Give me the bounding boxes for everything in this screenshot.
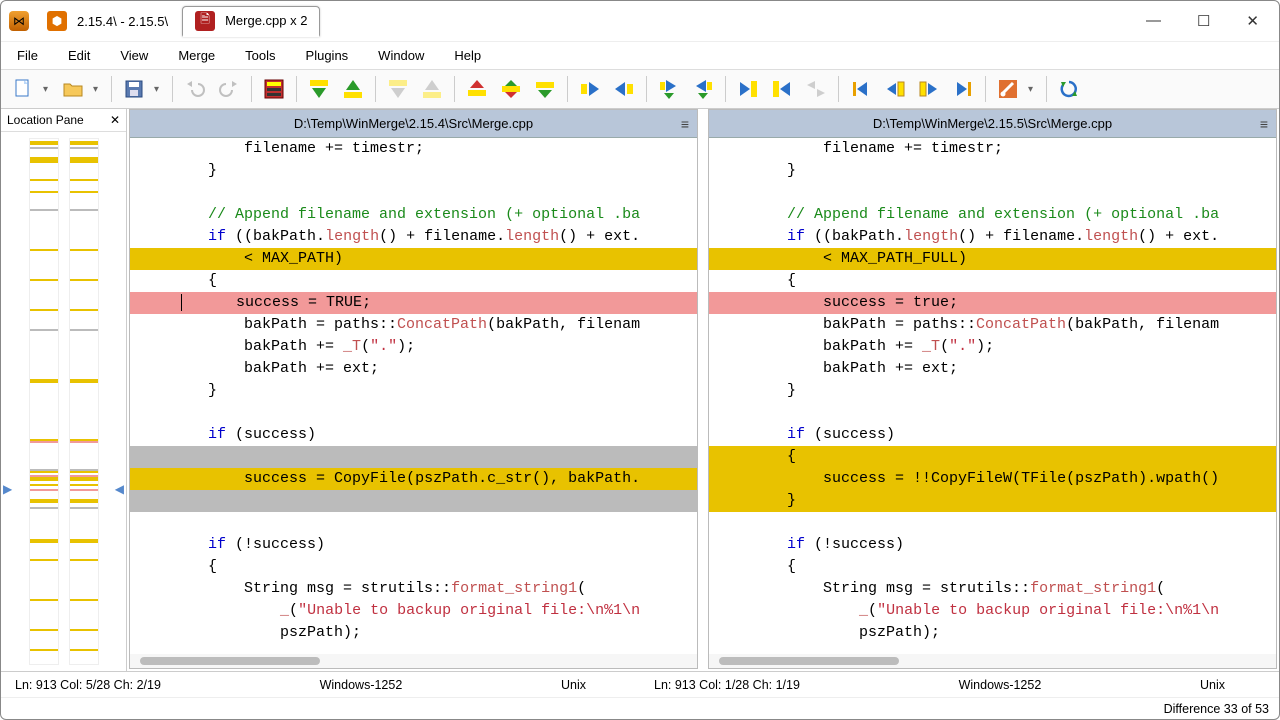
location-strip-right[interactable] <box>69 138 99 665</box>
tab-folders[interactable]: ⬢ 2.15.4\ - 2.15.5\ <box>37 7 178 35</box>
menu-merge[interactable]: Merge <box>172 46 221 65</box>
separator <box>985 76 986 102</box>
prev-diff-button[interactable] <box>339 75 367 103</box>
copy-right-advance-button[interactable] <box>655 75 683 103</box>
separator <box>296 76 297 102</box>
location-strip-area[interactable]: ▶ ◀ <box>1 132 126 671</box>
first-file-button[interactable] <box>847 75 875 103</box>
swap-button[interactable] <box>802 75 830 103</box>
editor-right-title: D:\Temp\WinMerge\2.15.5\Src\Merge.cpp <box>873 116 1112 131</box>
separator <box>1046 76 1047 102</box>
location-pane-close[interactable]: ✕ <box>110 113 120 127</box>
scrollbar-thumb[interactable] <box>719 657 899 665</box>
menu-file[interactable]: File <box>11 46 44 65</box>
menu-window[interactable]: Window <box>372 46 430 65</box>
minimize-button[interactable]: — <box>1146 12 1161 30</box>
menu-help[interactable]: Help <box>448 46 487 65</box>
editor-right: D:\Temp\WinMerge\2.15.5\Src\Merge.cpp ≡ … <box>708 109 1277 669</box>
status-left-enc: Windows-1252 <box>175 678 547 692</box>
status-bar: Ln: 913 Col: 5/28 Ch: 2/19 Windows-1252 … <box>1 671 1279 697</box>
diff-pane-button[interactable] <box>260 75 288 103</box>
prev-conflict-button[interactable] <box>418 75 446 103</box>
prev-file-button[interactable] <box>881 75 909 103</box>
code-right[interactable]: filename += timestr; } // Append filenam… <box>709 138 1276 654</box>
separator <box>454 76 455 102</box>
status-diff-count: Difference 33 of 53 <box>1164 702 1269 716</box>
status-right-enc: Windows-1252 <box>814 678 1186 692</box>
title-bar: ⋈ ⬢ 2.15.4\ - 2.15.5\ 🗎 Merge.cpp x 2 — … <box>1 1 1279 41</box>
shield-icon: ⬢ <box>47 11 67 31</box>
location-strip-left[interactable] <box>29 138 59 665</box>
arrow-right-icon: ▶ <box>3 482 12 496</box>
undo-button[interactable] <box>181 75 209 103</box>
next-file-button[interactable] <box>915 75 943 103</box>
app-icon: ⋈ <box>9 11 29 31</box>
redo-button[interactable] <box>215 75 243 103</box>
menu-bar: File Edit View Merge Tools Plugins Windo… <box>1 41 1279 69</box>
editor-left: D:\Temp\WinMerge\2.15.4\Src\Merge.cpp ≡ … <box>129 109 698 669</box>
close-button[interactable]: ✕ <box>1246 12 1259 30</box>
last-file-button[interactable] <box>949 75 977 103</box>
separator <box>567 76 568 102</box>
hscroll-right[interactable] <box>709 654 1276 668</box>
menu-plugins[interactable]: Plugins <box>300 46 355 65</box>
editor-left-header: D:\Temp\WinMerge\2.15.4\Src\Merge.cpp ≡ <box>130 110 697 138</box>
separator <box>251 76 252 102</box>
maximize-button[interactable]: ☐ <box>1197 12 1210 30</box>
dropdown-icon[interactable]: ▾ <box>1028 84 1038 95</box>
status-right-eol: Unix <box>1186 678 1239 692</box>
copy-left-advance-button[interactable] <box>689 75 717 103</box>
last-diff-button[interactable] <box>531 75 559 103</box>
code-left[interactable]: filename += timestr; } // Append filenam… <box>130 138 697 654</box>
all-right-button[interactable] <box>734 75 762 103</box>
tab-label: 2.15.4\ - 2.15.5\ <box>77 14 168 29</box>
editor-right-header: D:\Temp\WinMerge\2.15.5\Src\Merge.cpp ≡ <box>709 110 1276 138</box>
next-diff-button[interactable] <box>305 75 333 103</box>
location-pane-title: Location Pane <box>7 113 84 127</box>
open-button[interactable] <box>59 75 87 103</box>
scrollbar-thumb[interactable] <box>140 657 320 665</box>
menu-edit[interactable]: Edit <box>62 46 96 65</box>
separator <box>375 76 376 102</box>
status-right-pos: Ln: 913 Col: 1/28 Ch: 1/19 <box>640 678 814 692</box>
options-button[interactable] <box>994 75 1022 103</box>
next-conflict-button[interactable] <box>384 75 412 103</box>
location-pane: Location Pane ✕ ▶ ◀ <box>1 109 127 671</box>
editor-menu-icon[interactable]: ≡ <box>1260 116 1268 132</box>
work-area: Location Pane ✕ ▶ ◀ D:\Temp\WinMerge\2.1… <box>1 109 1279 671</box>
copy-left-button[interactable] <box>610 75 638 103</box>
hscroll-left[interactable] <box>130 654 697 668</box>
tab-active[interactable]: 🗎 Merge.cpp x 2 <box>182 6 320 37</box>
dropdown-icon[interactable]: ▾ <box>93 84 103 95</box>
all-left-button[interactable] <box>768 75 796 103</box>
editors: D:\Temp\WinMerge\2.15.4\Src\Merge.cpp ≡ … <box>127 109 1279 671</box>
menu-view[interactable]: View <box>114 46 154 65</box>
toolbar: ▾ ▾ ▾ ▾ <box>1 69 1279 109</box>
separator <box>838 76 839 102</box>
dropdown-icon[interactable]: ▾ <box>43 84 53 95</box>
file-icon: 🗎 <box>195 11 215 31</box>
editor-menu-icon[interactable]: ≡ <box>681 116 689 132</box>
separator <box>111 76 112 102</box>
refresh-button[interactable] <box>1055 75 1083 103</box>
save-button[interactable] <box>120 75 148 103</box>
separator <box>172 76 173 102</box>
first-diff-button[interactable] <box>463 75 491 103</box>
status-bar-bottom: Difference 33 of 53 <box>1 697 1279 719</box>
separator <box>646 76 647 102</box>
separator <box>725 76 726 102</box>
copy-right-button[interactable] <box>576 75 604 103</box>
menu-tools[interactable]: Tools <box>239 46 281 65</box>
new-button[interactable] <box>9 75 37 103</box>
tab-label: Merge.cpp x 2 <box>225 13 307 28</box>
arrow-left-icon: ◀ <box>115 482 124 496</box>
dropdown-icon[interactable]: ▾ <box>154 84 164 95</box>
current-diff-button[interactable] <box>497 75 525 103</box>
editor-left-title: D:\Temp\WinMerge\2.15.4\Src\Merge.cpp <box>294 116 533 131</box>
status-left-eol: Unix <box>547 678 600 692</box>
status-left-pos: Ln: 913 Col: 5/28 Ch: 2/19 <box>1 678 175 692</box>
